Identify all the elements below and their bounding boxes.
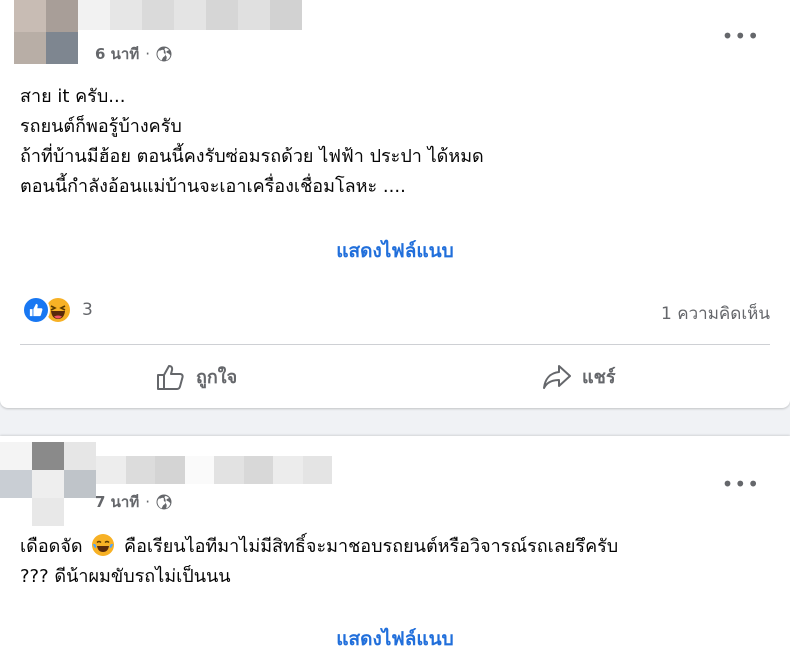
- divider: [20, 344, 770, 345]
- post-text-line: สาย it ครับ...: [20, 86, 126, 107]
- post-card: 7 นาที · ••• เดือดจัด คือเรียนไอทีมาไม่ม…: [0, 436, 790, 664]
- author-name-blurred[interactable]: [78, 0, 302, 30]
- author-name-blurred[interactable]: [96, 456, 332, 484]
- share-button[interactable]: แชร์: [542, 362, 616, 391]
- globe-icon[interactable]: [156, 494, 172, 510]
- post-text: สาย it ครับ... รถยนต์ก็พอรู้บ้างครับ ถ้า…: [20, 82, 770, 202]
- crying-laughing-emoji-icon: [92, 534, 115, 556]
- like-label: ถูกใจ: [196, 367, 238, 388]
- share-label: แชร์: [582, 367, 616, 388]
- post-text-line: เดือดจัด คือเรียนไอทีมาไม่มีสิทธิ์จะมาชอ…: [20, 532, 770, 562]
- thumbs-up-icon: [157, 364, 184, 390]
- post-text: เดือดจัด คือเรียนไอทีมาไม่มีสิทธิ์จะมาชอ…: [20, 532, 770, 592]
- comments-count-link[interactable]: 1 ความคิดเห็น: [661, 300, 770, 327]
- post-text-line: ถ้าที่บ้านมีฮ้อย ตอนนี้คงรับซ่อมรถด้วย ไ…: [20, 146, 484, 167]
- reactions-summary[interactable]: 3: [22, 296, 93, 324]
- post-text-segment: คือเรียนไอทีมาไม่มีสิทธิ์จะมาชอบรถยนต์หร…: [124, 536, 619, 557]
- show-attachment-link[interactable]: แสดงไฟล์แนบ: [0, 236, 790, 266]
- post-text-line: ??? ดีน้าผมขับรถไม่เป็นนน: [20, 566, 231, 587]
- more-options-button[interactable]: •••: [722, 474, 760, 494]
- meta-separator: ·: [145, 45, 151, 63]
- post-text-line: รถยนต์ก็พอรู้บ้างครับ: [20, 116, 182, 137]
- post-meta: 6 นาที ·: [95, 42, 172, 66]
- reaction-count: 3: [82, 300, 93, 320]
- post-time[interactable]: 6 นาที: [95, 42, 139, 66]
- post-meta: 7 นาที ·: [95, 490, 172, 514]
- meta-separator: ·: [145, 493, 151, 511]
- post-card: 6 นาที · ••• สาย it ครับ... รถยนต์ก็พอรู…: [0, 0, 790, 408]
- more-options-button[interactable]: •••: [722, 26, 760, 46]
- post-text-line: ตอนนี้กำลังอ้อนแม่บ้านจะเอาเครื่องเชื่อม…: [20, 176, 406, 197]
- post-text-segment: เดือดจัด: [20, 536, 83, 557]
- post-time[interactable]: 7 นาที: [95, 490, 139, 514]
- show-attachment-link[interactable]: แสดงไฟล์แนบ: [0, 624, 790, 654]
- avatar[interactable]: [0, 442, 96, 526]
- like-icon: [22, 296, 50, 324]
- globe-icon[interactable]: [156, 46, 172, 62]
- like-button[interactable]: ถูกใจ: [156, 362, 237, 391]
- avatar[interactable]: [14, 0, 78, 64]
- share-arrow-icon: [543, 364, 571, 389]
